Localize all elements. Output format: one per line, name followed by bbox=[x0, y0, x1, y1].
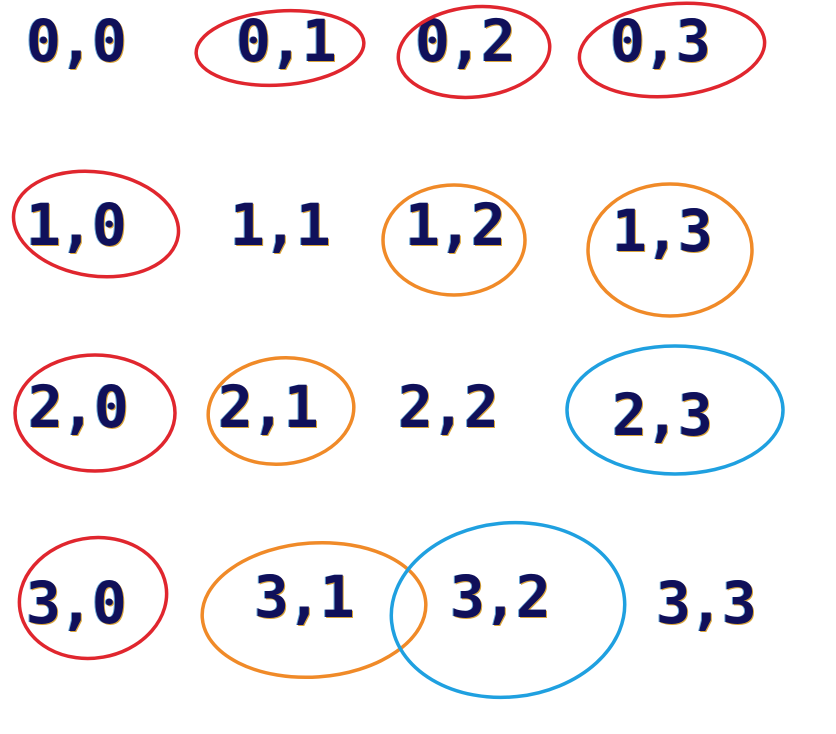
red-circle-1-0 bbox=[11, 169, 181, 279]
orange-circle-2-1 bbox=[206, 355, 356, 467]
red-circle-0-2 bbox=[396, 4, 552, 100]
red-circle-3-0 bbox=[17, 535, 169, 661]
hand-drawn-circles bbox=[11, 1, 785, 700]
red-circle-0-3 bbox=[577, 1, 767, 99]
orange-circle-3-1 bbox=[200, 540, 428, 680]
blue-circle-2-3 bbox=[565, 344, 785, 476]
red-circle-0-1 bbox=[194, 8, 366, 88]
blue-circle-3-2 bbox=[389, 520, 627, 700]
orange-circle-1-2 bbox=[381, 183, 527, 297]
red-circle-2-0 bbox=[13, 353, 177, 473]
orange-circle-1-3 bbox=[586, 182, 754, 318]
